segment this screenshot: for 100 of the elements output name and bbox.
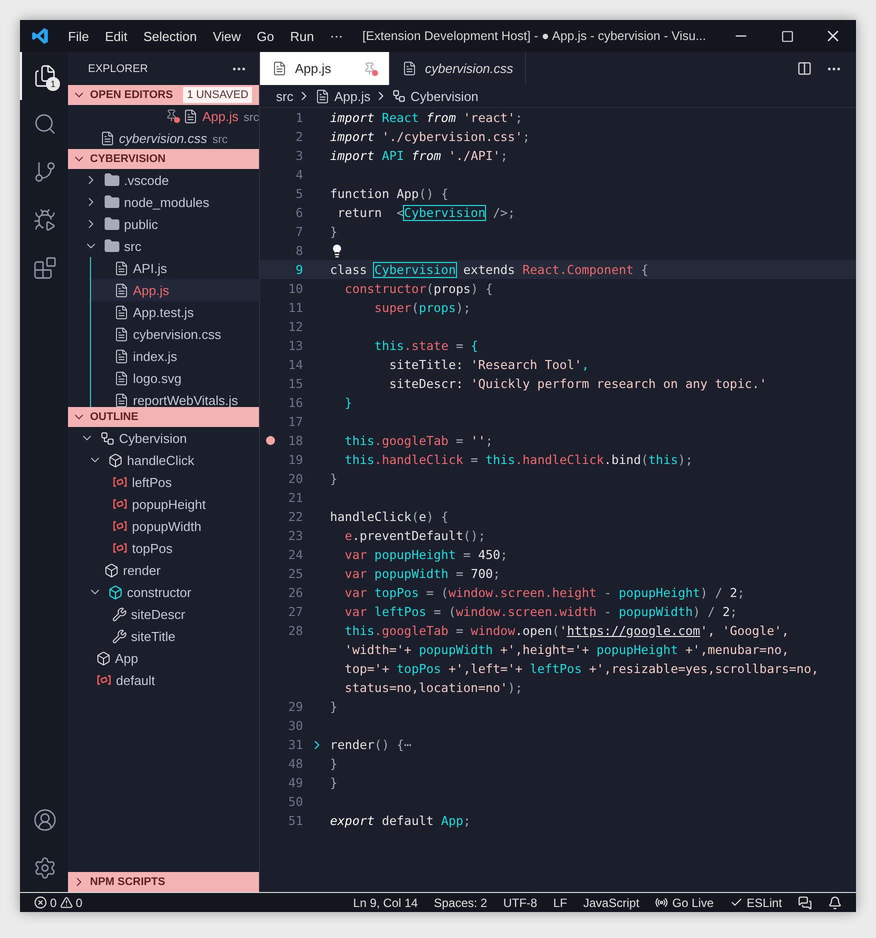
line-number: 7 <box>294 224 303 238</box>
breadcrumb-item[interactable]: App.js <box>315 88 370 104</box>
maximize-icon[interactable] <box>780 30 794 42</box>
branch-icon[interactable] <box>33 160 57 184</box>
status-item[interactable]: UTF-8 <box>495 896 546 910</box>
tree-item[interactable]: logo.svg <box>91 367 259 389</box>
line-number: 8 <box>294 244 303 258</box>
tree-item[interactable]: API.js <box>91 257 259 279</box>
line-number: 25 <box>287 566 303 580</box>
open-editor-item[interactable]: cybervision.css src <box>68 127 259 149</box>
status-item[interactable]: Spaces: 2 <box>426 896 496 910</box>
tree-item[interactable]: cybervision.css <box>91 323 259 345</box>
code-line: this.state = { <box>373 338 478 352</box>
feedback-icon[interactable] <box>798 896 812 910</box>
code-line: var topPos = (window.screen.height - popupHeight) / 2; <box>344 586 745 600</box>
tree-item[interactable]: .vscode <box>68 169 259 191</box>
tree-item[interactable]: App.js <box>91 279 259 301</box>
code-line: } <box>330 776 338 790</box>
cube-icon <box>104 562 119 578</box>
tree-item[interactable]: default <box>68 669 259 691</box>
tree-item[interactable]: leftPos <box>68 471 259 493</box>
tree-item[interactable]: public <box>68 213 259 235</box>
editor-tab[interactable]: App.js <box>260 52 390 85</box>
bug-play-icon[interactable] <box>33 208 57 232</box>
tree-item[interactable]: popupHeight <box>68 493 259 515</box>
wrench-icon <box>112 628 127 644</box>
wrench-icon <box>112 606 127 622</box>
menu-item[interactable]: Go <box>248 20 282 52</box>
hierarchy-icon <box>100 430 115 446</box>
line-number: 50 <box>287 794 303 808</box>
breadcrumb-item[interactable]: src <box>276 88 294 104</box>
line-number: 3 <box>294 148 303 162</box>
line-number: 15 <box>287 376 303 390</box>
code-line: } <box>330 224 338 238</box>
line-number: 6 <box>294 206 303 220</box>
line-number: 27 <box>287 604 303 618</box>
line-number: 12 <box>287 320 303 334</box>
bell-icon[interactable] <box>828 896 842 910</box>
tree-item[interactable]: reportWebVitals.js <box>91 389 259 407</box>
eslint-button[interactable]: ESLint <box>722 896 790 910</box>
code-line: render() {⋯ <box>330 738 412 752</box>
tree-item[interactable]: App <box>68 647 259 669</box>
tree-item[interactable]: src <box>68 235 259 257</box>
tree-item[interactable]: Cybervision <box>68 427 259 449</box>
menu-item[interactable]: Selection <box>135 20 205 52</box>
tree-item[interactable]: index.js <box>91 345 259 367</box>
files-icon[interactable] <box>33 64 57 88</box>
line-number: 4 <box>294 168 303 182</box>
tree-item[interactable]: node_modules <box>68 191 259 213</box>
line-number: 29 <box>287 700 303 714</box>
breakpoint-dot <box>266 436 274 445</box>
file-icon <box>114 392 129 407</box>
code-line: constructor(props) { <box>344 282 493 296</box>
section-header[interactable]: OUTLINE <box>68 407 259 427</box>
line-number: 13 <box>287 338 303 352</box>
section-header[interactable]: NPM SCRIPTS <box>68 872 259 892</box>
tree-item[interactable]: topPos <box>68 537 259 559</box>
split-editor-icon[interactable] <box>797 61 812 76</box>
line-number: 5 <box>294 186 303 200</box>
menu-item[interactable]: Run <box>282 20 322 52</box>
status-item[interactable]: LF <box>545 896 576 910</box>
menu-item[interactable]: View <box>204 20 249 52</box>
file-icon <box>114 304 129 320</box>
folder-icon <box>104 194 120 210</box>
tree-item[interactable]: siteDescr <box>68 603 259 625</box>
tree-item[interactable]: App.test.js <box>91 301 259 323</box>
menu-item[interactable]: Edit <box>96 20 136 52</box>
pin-icon[interactable] <box>363 62 377 76</box>
tree-item[interactable]: handleClick <box>68 449 259 471</box>
code-line: import React from 'react'; <box>330 110 523 124</box>
section-header[interactable]: OPEN EDITORS 1 UNSAVED <box>68 85 259 105</box>
line-number: 9 <box>294 262 303 276</box>
line-number: 31 <box>287 738 303 752</box>
search-icon[interactable] <box>33 112 57 136</box>
go-live-button[interactable]: Go Live <box>647 896 722 910</box>
section-header[interactable]: CYBERVISION <box>68 149 259 169</box>
code-line: siteDescr: 'Quickly perform research on any topic.' <box>388 376 767 390</box>
code-line: var popupHeight = 450; <box>344 548 508 562</box>
status-item[interactable]: Ln 9, Col 14 <box>345 896 426 910</box>
settings-icon[interactable] <box>33 856 57 880</box>
line-number: 19 <box>287 452 303 466</box>
status-item[interactable]: JavaScript <box>575 896 648 910</box>
blocks-icon[interactable] <box>33 256 57 280</box>
menu-item[interactable]: ⋯ <box>322 20 351 52</box>
tree-item[interactable]: render <box>68 559 259 581</box>
code-line: } <box>344 396 352 410</box>
pin-icon[interactable] <box>165 109 180 123</box>
tree-item[interactable]: siteTitle <box>68 625 259 647</box>
line-number: 17 <box>287 414 303 428</box>
code-line: top='+ topPos +',left='+ leftPos +',resizable=yes,scrollbars=no, <box>344 662 819 676</box>
code-line: } <box>330 756 338 770</box>
line-number: 11 <box>287 300 303 314</box>
breadcrumb-item[interactable]: Cybervision <box>392 88 478 104</box>
code-line: var leftPos = (window.screen.width - popupWidth) / 2; <box>344 604 738 618</box>
tree-item[interactable]: constructor <box>68 581 259 603</box>
tree-item[interactable]: popupWidth <box>68 515 259 537</box>
account-icon[interactable] <box>33 808 57 832</box>
badge: 1 <box>46 77 60 91</box>
menu-item[interactable]: File <box>60 20 97 52</box>
open-editor-item[interactable]: App.js src <box>68 105 259 127</box>
